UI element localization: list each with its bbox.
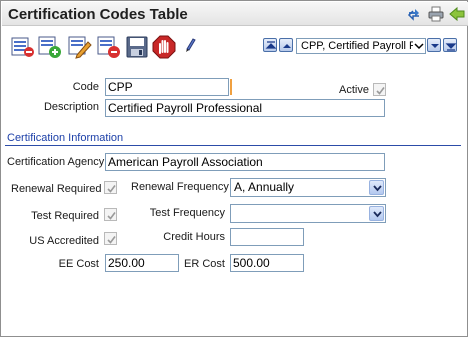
previous-record-button[interactable] <box>279 38 293 52</box>
window-frame: Certification Codes Table CPP, Certified… <box>0 0 468 337</box>
test-required-checkbox[interactable] <box>104 208 117 221</box>
record-selector[interactable]: CPP, Certified Payroll Professional <box>296 38 426 54</box>
code-field[interactable]: CPP <box>105 78 229 96</box>
back-arrow-icon[interactable] <box>449 6 465 22</box>
add-record-icon[interactable] <box>38 35 62 59</box>
section-title: Certification Information <box>7 132 124 144</box>
description-field[interactable]: Certified Payroll Professional <box>105 99 385 117</box>
description-label: Description <box>43 101 99 113</box>
test-required-label: Test Required <box>31 210 99 222</box>
us-accredited-checkbox[interactable] <box>104 232 117 245</box>
record-selector-value: CPP, Certified Payroll Professional <box>301 40 425 52</box>
pen-icon[interactable] <box>183 35 197 59</box>
active-checkbox[interactable] <box>373 83 386 96</box>
title-bar: Certification Codes Table <box>2 2 468 26</box>
save-icon[interactable] <box>125 35 149 59</box>
er-cost-label: ER Cost <box>184 258 225 270</box>
renewal-required-checkbox[interactable] <box>104 181 117 194</box>
chevron-down-icon <box>369 180 384 195</box>
code-label: Code <box>72 81 99 93</box>
test-frequency-select[interactable] <box>230 204 386 223</box>
ee-cost-field[interactable]: 250.00 <box>105 254 179 272</box>
section-divider <box>5 145 461 146</box>
chevron-down-icon <box>413 39 425 53</box>
next-record-button[interactable] <box>427 38 441 52</box>
renewal-frequency-select[interactable]: A, Annually <box>230 178 386 197</box>
credit-hours-label: Credit Hours <box>163 231 225 243</box>
agency-field[interactable]: American Payroll Association <box>105 153 385 171</box>
active-label: Active <box>339 84 369 96</box>
er-cost-field[interactable]: 500.00 <box>230 254 304 272</box>
stop-icon[interactable] <box>152 35 176 59</box>
agency-label: Certification Agency <box>7 156 105 168</box>
page-title: Certification Codes Table <box>8 6 188 23</box>
renewal-required-label: Renewal Required <box>11 183 102 195</box>
chevron-down-icon <box>369 206 384 221</box>
test-frequency-label: Test Frequency <box>149 207 225 219</box>
renewal-frequency-value: A, Annually <box>234 180 295 194</box>
edit-record-icon[interactable] <box>68 35 92 59</box>
ee-cost-label: EE Cost <box>58 258 99 270</box>
last-record-button[interactable] <box>443 38 457 52</box>
renewal-frequency-label: Renewal Frequency <box>131 181 229 193</box>
view-list-icon[interactable] <box>11 35 35 59</box>
refresh-icon[interactable] <box>406 6 422 22</box>
first-record-button[interactable] <box>263 38 277 52</box>
required-marker <box>230 79 232 95</box>
print-icon[interactable] <box>428 6 444 22</box>
credit-hours-field[interactable] <box>230 228 304 246</box>
delete-record-icon[interactable] <box>97 35 121 59</box>
us-accredited-label: US Accredited <box>29 235 99 247</box>
